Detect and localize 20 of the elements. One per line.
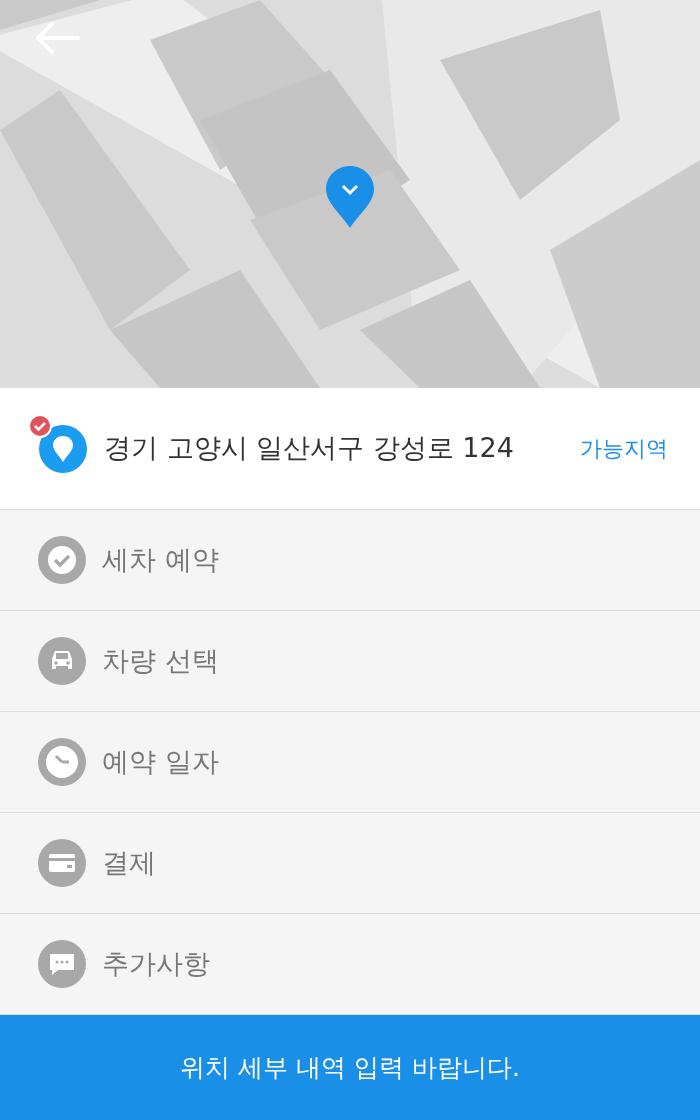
menu-label: 차량 선택 (102, 643, 219, 678)
location-icon (38, 423, 88, 474)
map-pin-icon[interactable] (324, 164, 376, 230)
menu-label: 세차 예약 (102, 542, 219, 577)
check-icon (38, 536, 86, 584)
address-text: 경기 고양시 일산서구 강성로 124 (104, 431, 515, 466)
chat-bubble-icon (38, 940, 86, 988)
submit-button[interactable]: 위치 세부 내역 입력 바랍니다. (0, 1015, 700, 1120)
menu-label: 추가사항 (102, 946, 210, 981)
clock-icon (38, 738, 86, 786)
menu-label: 예약 일자 (102, 744, 219, 779)
credit-card-icon (38, 839, 86, 887)
menu-item[interactable]: 세차 예약 (0, 510, 700, 611)
available-area-link[interactable]: 가능지역 (580, 432, 668, 465)
menu-item[interactable]: 결제 (0, 813, 700, 914)
menu-item[interactable]: 추가사항 (0, 914, 700, 1015)
menu-label: 결제 (102, 845, 156, 880)
menu-item[interactable]: 예약 일자 (0, 712, 700, 813)
car-icon (38, 637, 86, 685)
menu-item[interactable]: 차량 선택 (0, 611, 700, 712)
